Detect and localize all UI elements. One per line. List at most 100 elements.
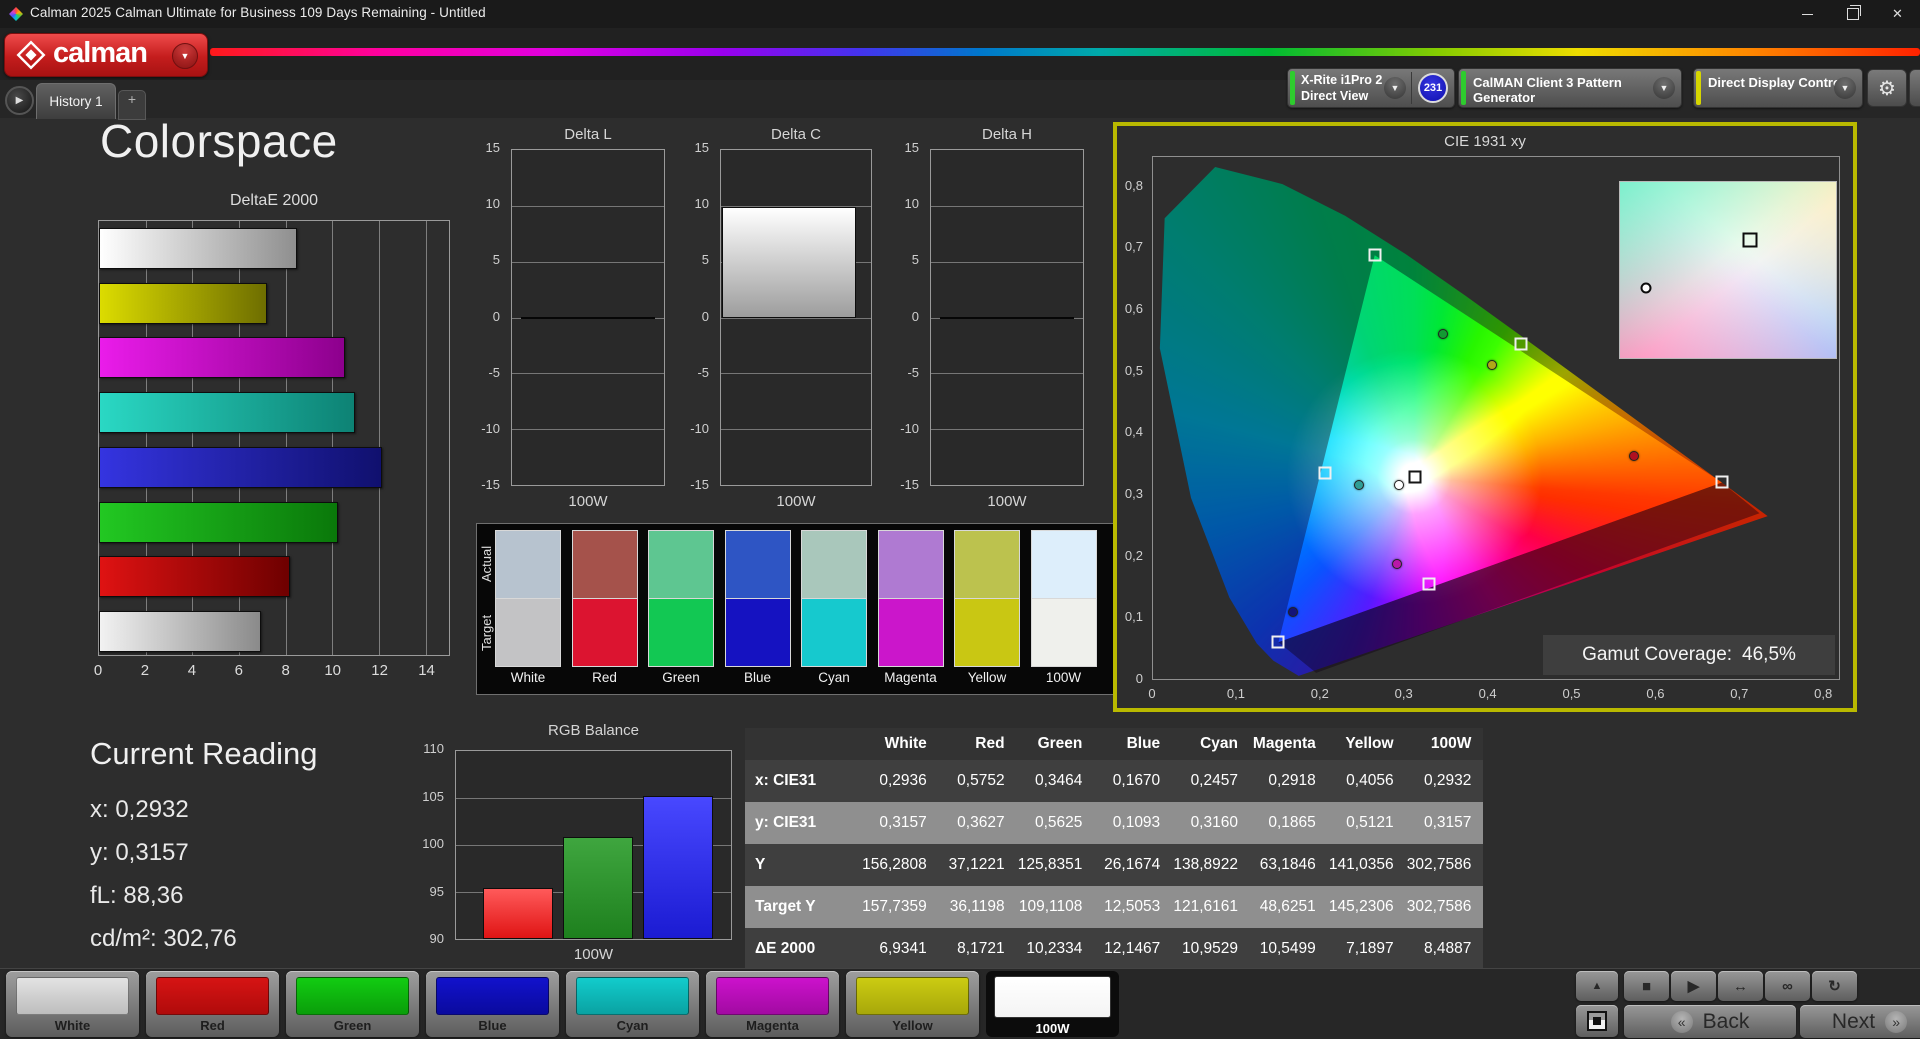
table-cell: 125,8351: [1016, 844, 1095, 886]
cie-y-tick-label: 0,5: [1124, 362, 1143, 378]
table-cell: 302,7586: [1405, 844, 1484, 886]
gridline: [931, 205, 1083, 207]
current-reading-title: Current Reading: [90, 736, 318, 771]
tab-scroll-button[interactable]: ▶: [5, 86, 34, 115]
table-cell: 0,4056: [1327, 760, 1406, 802]
target-marker-magenta: [1422, 577, 1436, 591]
pattern-window-mode-button[interactable]: [1576, 1005, 1618, 1037]
table-cell: 10,9529: [1172, 928, 1250, 970]
back-label: Back: [1702, 1009, 1750, 1033]
pattern-button-cyan[interactable]: Cyan: [566, 971, 699, 1037]
target-row-label: Target: [479, 614, 494, 651]
maximize-button[interactable]: [1830, 0, 1875, 28]
play-button[interactable]: ▶: [1671, 971, 1716, 1001]
target-swatch: [954, 598, 1020, 667]
results-table: White Red Green Blue Cyan Magenta Yellow 100W x:…: [745, 728, 1484, 970]
display-control-dropdown[interactable]: Direct Display Control ▼: [1693, 68, 1863, 108]
calman-dropdown-icon[interactable]: ▼: [172, 43, 198, 69]
table-cell: 109,1108: [1016, 886, 1095, 928]
row-label: Y: [745, 844, 861, 886]
row-label: x: CIE31: [745, 760, 861, 802]
pattern-label: Magenta: [746, 1018, 799, 1033]
swatch-column-label: Cyan: [818, 670, 850, 685]
y-axis-tick-label: 10: [485, 196, 500, 212]
pattern-button-green[interactable]: Green: [286, 971, 419, 1037]
y-axis-tick-label: 15: [694, 140, 709, 155]
actual-swatch: [954, 530, 1020, 598]
stop-button[interactable]: ■: [1624, 971, 1669, 1001]
delta-chart-plot: [511, 149, 665, 486]
table-row: x: CIE31 0,2936 0,5752 0,3464 0,1670 0,2457 0,…: [745, 760, 1484, 802]
pattern-button-100w[interactable]: 100W: [986, 971, 1119, 1037]
collapse-panel-button[interactable]: ▲: [1576, 971, 1618, 1001]
current-reading-line: y: 0,3157: [90, 839, 189, 866]
gamut-coverage-readout: Gamut Coverage: 46,5%: [1543, 635, 1835, 675]
rgb-balance-x-label: 100W: [573, 946, 614, 963]
gamut-coverage-label: Gamut Coverage:: [1582, 644, 1733, 665]
pattern-swatch: [156, 977, 269, 1015]
delta-chart-title: Delta H: [981, 126, 1033, 143]
table-cell: 0,2918: [1249, 760, 1328, 802]
deltae-bar-yellow: [99, 282, 267, 324]
tab-scroll-icon: ▶: [15, 95, 24, 106]
delta-chart-x-label: 100W: [776, 493, 816, 510]
gridline: [721, 373, 871, 375]
continuous-button[interactable]: ∞: [1765, 971, 1810, 1001]
table-cell: 0,1865: [1249, 802, 1328, 844]
next-button[interactable]: Next »: [1800, 1005, 1920, 1038]
source-status-stripe: [1461, 71, 1466, 105]
pattern-label: Red: [200, 1018, 225, 1033]
close-button[interactable]: ✕: [1875, 0, 1920, 28]
delta-chart-delta-h: Delta H 15 10 5 0 -5 -10 -15 100W: [885, 122, 1094, 522]
y-axis-tick-label: 5: [701, 252, 709, 268]
measured-point-green: [1437, 328, 1448, 339]
y-axis-tick-label: 15: [904, 140, 919, 155]
delta-chart-x-label: 100W: [568, 493, 608, 510]
range-button[interactable]: ↔: [1718, 971, 1763, 1001]
cie-x-tick-label: 0,5: [1562, 686, 1581, 701]
column-header-100w: 100W: [1405, 728, 1484, 760]
pattern-label: White: [54, 1018, 91, 1033]
swatch-column-label: Blue: [743, 670, 772, 685]
table-cell: 0,2936: [861, 760, 939, 802]
table-cell: 302,7586: [1405, 886, 1484, 928]
table-cell: 0,3627: [938, 802, 1017, 844]
back-button[interactable]: « Back: [1624, 1005, 1796, 1038]
display-status-stripe: [1696, 71, 1701, 105]
table-cell: 0,5121: [1327, 802, 1406, 844]
target-marker-yellow: [1514, 337, 1528, 351]
pattern-button-red[interactable]: Red: [146, 971, 279, 1037]
refresh-button[interactable]: ↻: [1812, 971, 1857, 1001]
meter-dropdown[interactable]: X-Rite i1Pro 2 Direct View ▼ 231: [1287, 68, 1455, 108]
settings-button[interactable]: ⚙: [1867, 69, 1907, 107]
source-dropdown[interactable]: CalMAN Client 3 Pattern Generator ▼: [1458, 68, 1682, 108]
cie-diagram-panel: CIE 1931 xy Gamut Coverage: 46,5% 0 0 0,1 0…: [1113, 122, 1857, 712]
pattern-label: Yellow: [892, 1018, 933, 1033]
measured-point-blue: [1287, 606, 1298, 617]
minimize-button[interactable]: [1785, 0, 1830, 28]
target-marker-white: [1408, 470, 1422, 484]
table-cell: 141,0356: [1327, 844, 1406, 886]
y-axis-tick-label: 15: [485, 140, 500, 155]
pattern-button-blue[interactable]: Blue: [426, 971, 559, 1037]
y-axis-tick-label: 5: [492, 252, 500, 268]
calman-menu-button[interactable]: calman ▼: [4, 33, 208, 77]
swatch-column-label: Magenta: [884, 670, 937, 685]
inset-measured-marker: [1640, 282, 1652, 294]
stop-icon: ■: [1641, 977, 1652, 995]
pattern-button-magenta[interactable]: Magenta: [706, 971, 839, 1037]
meter-count-badge[interactable]: 231: [1418, 73, 1448, 103]
pattern-button-white[interactable]: White: [6, 971, 139, 1037]
deltae-x-tick: 12: [371, 662, 388, 679]
title-bar[interactable]: Calman 2025 Calman Ultimate for Business…: [0, 0, 1920, 28]
deltae-x-tick: 6: [234, 662, 243, 679]
y-axis-tick-label: -5: [697, 364, 709, 380]
pattern-button-yellow[interactable]: Yellow: [846, 971, 979, 1037]
panel-collapse-button[interactable]: ◀: [1909, 69, 1920, 107]
pattern-label: Cyan: [616, 1018, 649, 1033]
delta-chart-title: Delta L: [564, 126, 612, 143]
cie-y-tick-label: 0,3: [1124, 486, 1143, 502]
actual-swatch: [495, 530, 561, 598]
cie-y-tick-label: 0,8: [1124, 177, 1143, 193]
table-cell: 12,5053: [1094, 886, 1173, 928]
